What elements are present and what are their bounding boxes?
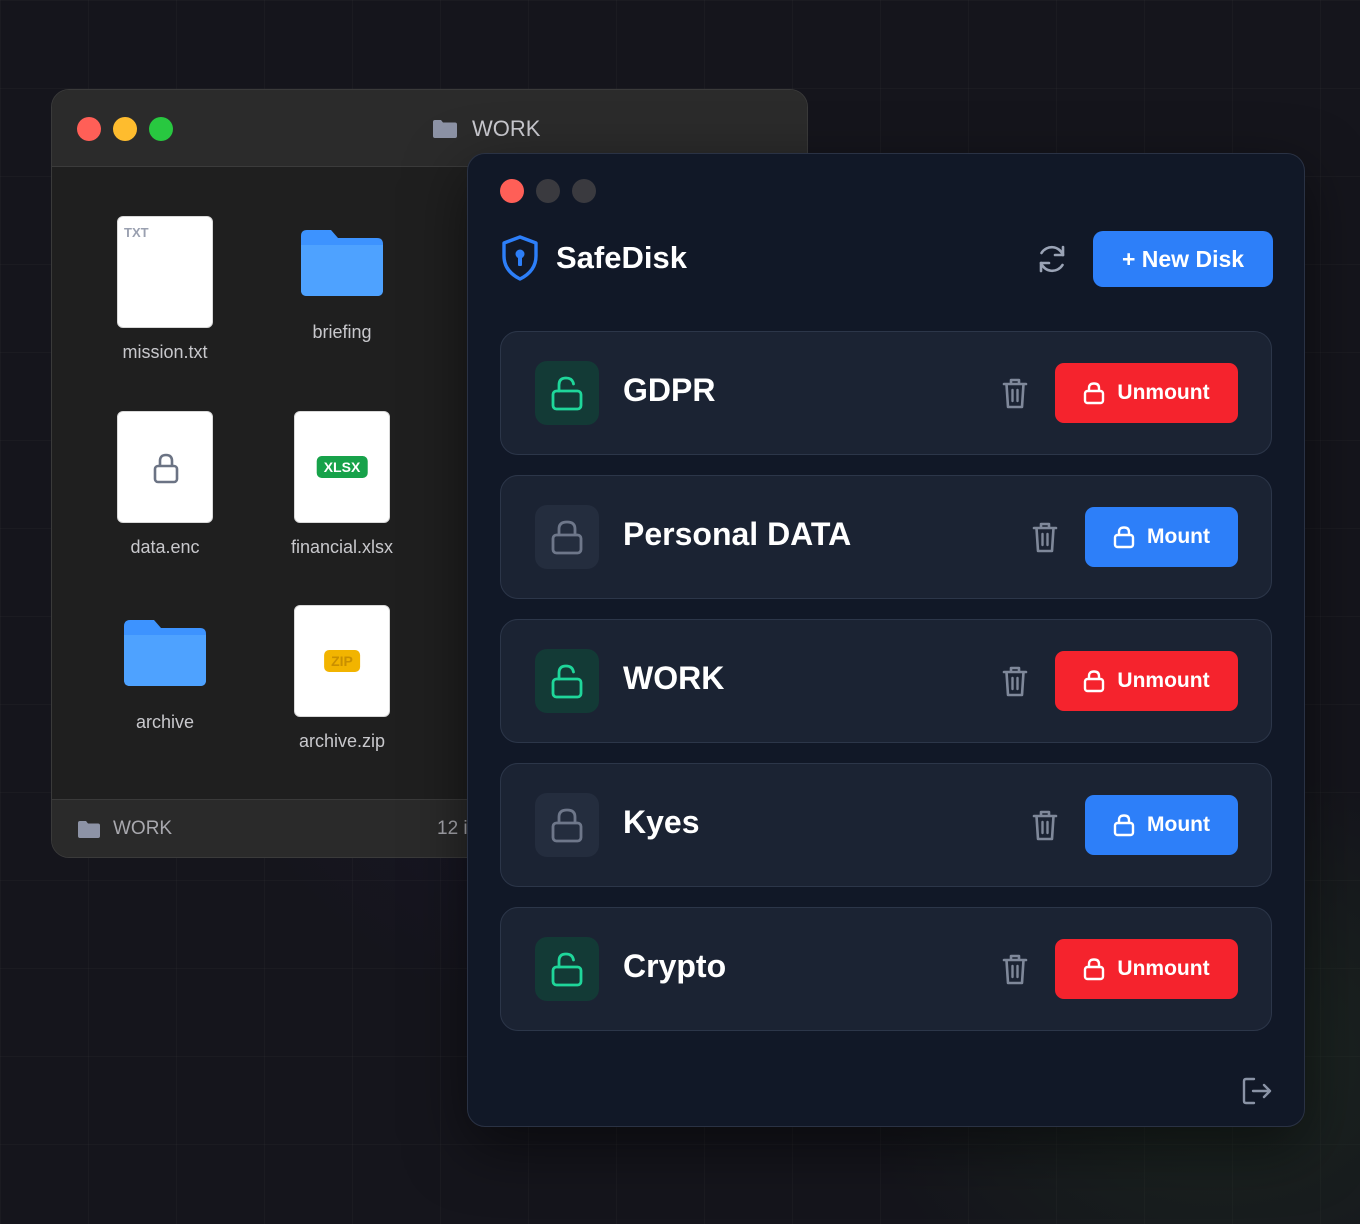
disk-status-badge bbox=[535, 361, 599, 425]
mount-button[interactable]: Mount bbox=[1085, 507, 1238, 567]
lock-icon bbox=[1084, 382, 1105, 405]
lock-icon bbox=[551, 520, 583, 555]
folder-icon bbox=[301, 230, 383, 296]
item-count: 12 i bbox=[437, 818, 468, 839]
file-item[interactable]: ZIP archive.zip bbox=[262, 605, 422, 752]
folder-item[interactable]: briefing bbox=[262, 230, 422, 343]
status-folder-label: WORK bbox=[113, 818, 173, 839]
lock-icon bbox=[1113, 814, 1135, 837]
action-label: Mount bbox=[1147, 813, 1210, 836]
file-type-label: TXT bbox=[124, 225, 149, 240]
trash-icon[interactable] bbox=[1001, 376, 1029, 410]
folder-icon bbox=[124, 620, 206, 686]
file-name: financial.xlsx bbox=[290, 537, 394, 557]
trash-icon[interactable] bbox=[1031, 520, 1059, 554]
folder-icon bbox=[433, 120, 457, 138]
disk-status-badge bbox=[535, 649, 599, 713]
file-name: briefing bbox=[312, 322, 372, 342]
app-header: SafeDisk bbox=[500, 234, 687, 282]
file-name: archive bbox=[135, 712, 195, 732]
folder-item[interactable]: archive bbox=[85, 620, 245, 733]
file-type-badge: XLSX bbox=[316, 456, 368, 478]
disk-row: GDPR Unmount bbox=[500, 331, 1272, 455]
unmount-button[interactable]: Unmount bbox=[1055, 939, 1238, 999]
lock-icon bbox=[551, 808, 583, 843]
encrypted-document bbox=[117, 411, 213, 523]
refresh-icon[interactable] bbox=[1034, 241, 1070, 277]
disk-name: Crypto bbox=[623, 948, 727, 984]
file-item[interactable]: XLSX financial.xlsx bbox=[262, 411, 422, 558]
file-name: mission.txt bbox=[122, 342, 208, 362]
disk-status-badge bbox=[535, 937, 599, 1001]
disk-status-badge bbox=[535, 793, 599, 857]
text-document-icon: TXT bbox=[117, 216, 213, 328]
disk-row: Kyes Mount bbox=[500, 763, 1272, 887]
action-label: Unmount bbox=[1117, 381, 1210, 404]
new-disk-button[interactable]: + New Disk bbox=[1093, 231, 1273, 287]
unlocked-icon bbox=[551, 376, 583, 411]
file-item[interactable]: data.enc bbox=[85, 411, 245, 558]
finder-title-label: WORK bbox=[472, 116, 541, 141]
disk-row: Crypto Unmount bbox=[500, 907, 1272, 1031]
zoom-window-button[interactable] bbox=[572, 179, 596, 203]
mount-button[interactable]: Mount bbox=[1085, 795, 1238, 855]
logout-icon[interactable] bbox=[1241, 1075, 1273, 1107]
lock-icon bbox=[1113, 526, 1135, 549]
file-item[interactable]: TXT mission.txt bbox=[85, 216, 245, 363]
shield-icon bbox=[502, 235, 538, 281]
spreadsheet-icon: XLSX bbox=[294, 411, 390, 523]
unlocked-icon bbox=[551, 664, 583, 699]
disk-name: GDPR bbox=[623, 372, 716, 408]
disk-row: WORK Unmount bbox=[500, 619, 1272, 743]
action-label: Mount bbox=[1147, 525, 1210, 548]
disk-name: Kyes bbox=[623, 804, 700, 840]
unmount-button[interactable]: Unmount bbox=[1055, 363, 1238, 423]
trash-icon[interactable] bbox=[1001, 664, 1029, 698]
disk-name: Personal DATA bbox=[623, 516, 852, 552]
file-type-badge: ZIP bbox=[324, 650, 360, 672]
disk-status-badge bbox=[535, 505, 599, 569]
close-window-button[interactable] bbox=[77, 117, 101, 141]
file-name: archive.zip bbox=[298, 731, 386, 751]
close-window-button[interactable] bbox=[500, 179, 524, 203]
unmount-button[interactable]: Unmount bbox=[1055, 651, 1238, 711]
zip-archive-icon: ZIP bbox=[294, 605, 390, 717]
disk-name: WORK bbox=[623, 660, 725, 696]
finder-title: WORK bbox=[432, 116, 540, 142]
safedisk-window: SafeDisk + New Disk GDPR Unmount Persona… bbox=[467, 153, 1305, 1127]
disk-row: Personal DATA Mount bbox=[500, 475, 1272, 599]
action-label: Unmount bbox=[1117, 957, 1210, 980]
trash-icon[interactable] bbox=[1001, 952, 1029, 986]
unlocked-icon bbox=[551, 952, 583, 987]
minimize-window-button[interactable] bbox=[536, 179, 560, 203]
trash-icon[interactable] bbox=[1031, 808, 1059, 842]
app-title: SafeDisk bbox=[556, 240, 687, 275]
file-name: data.enc bbox=[130, 537, 200, 557]
lock-icon bbox=[153, 453, 179, 484]
lock-icon bbox=[1084, 670, 1105, 693]
folder-icon bbox=[78, 821, 100, 838]
minimize-window-button[interactable] bbox=[113, 117, 137, 141]
lock-icon bbox=[1084, 958, 1105, 981]
action-label: Unmount bbox=[1117, 669, 1210, 692]
zoom-window-button[interactable] bbox=[149, 117, 173, 141]
